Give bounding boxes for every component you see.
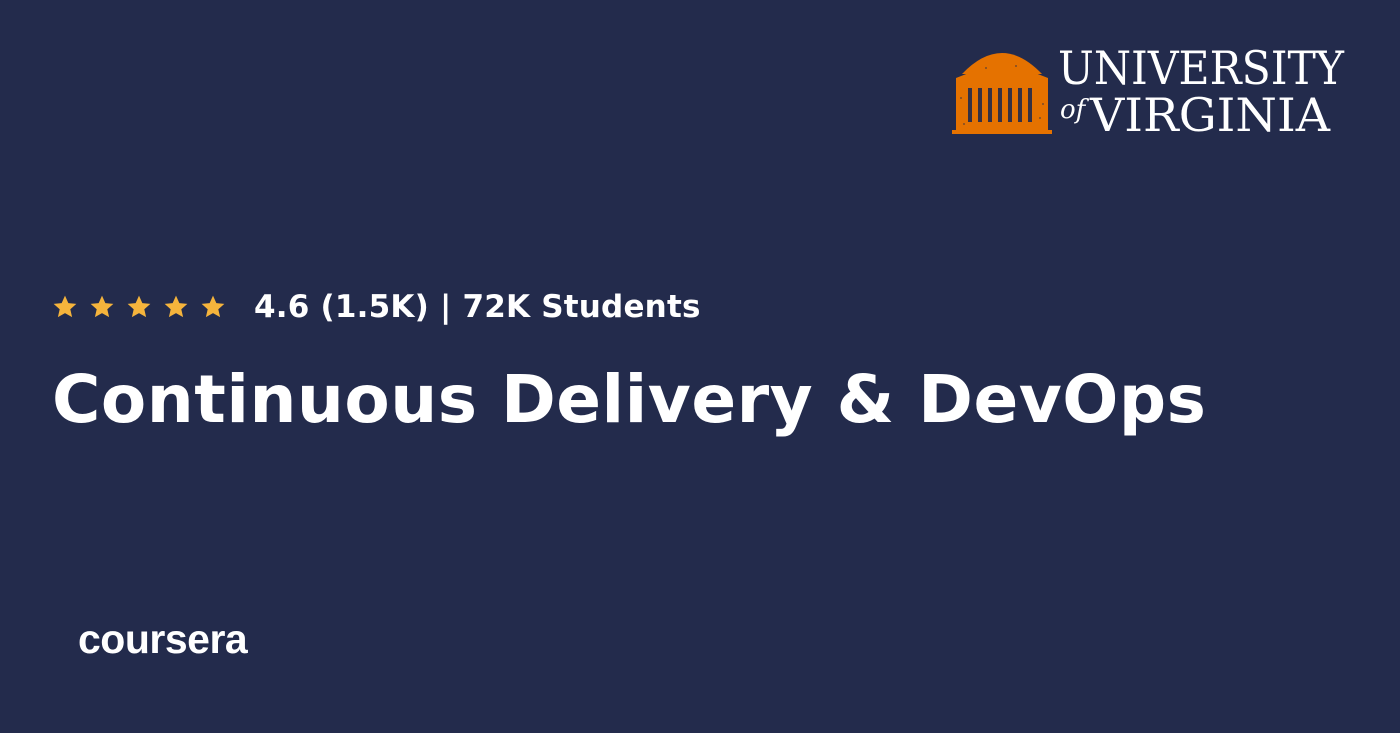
coursera-logo: coursera <box>78 616 248 662</box>
star-icon <box>90 295 114 318</box>
wordmark-virginia: VIRGINIA <box>1089 88 1331 140</box>
star-icon <box>164 295 188 318</box>
rating-summary: 4.6 (1.5K) | 72K Students <box>254 289 701 325</box>
course-title: Continuous Delivery & DevOps <box>52 361 1207 438</box>
course-rating: 4.6 (1.5K) | 72K Students <box>52 284 701 330</box>
wordmark-university: UNIVERSITY <box>1058 41 1345 95</box>
star-icon <box>201 295 225 318</box>
star-rating <box>52 294 226 320</box>
rotunda-emblem <box>952 53 1052 134</box>
star-icon <box>53 295 77 318</box>
university-of-virginia-logo: UNIVERSITY of VIRGINIA <box>952 41 1345 140</box>
university-wordmark: UNIVERSITY of VIRGINIA <box>1058 41 1345 140</box>
star-icon <box>127 295 151 318</box>
wordmark-of: of <box>1060 95 1090 125</box>
